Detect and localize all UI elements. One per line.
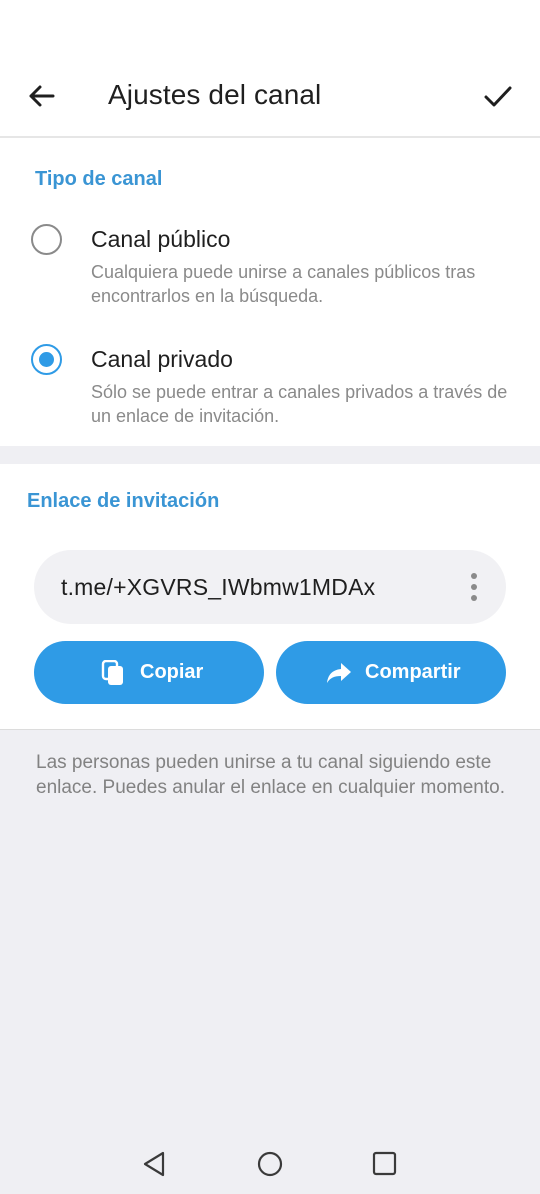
invite-link-field[interactable]: t.me/+XGVRS_IWbmw1MDAx (34, 550, 506, 624)
share-button[interactable]: Compartir (276, 641, 506, 704)
share-arrow-icon (326, 660, 352, 686)
recents-square-icon[interactable] (370, 1149, 400, 1179)
option-description: Sólo se puede entrar a canales privados … (91, 382, 508, 426)
page-title: Ajustes del canal (108, 79, 322, 110)
invite-link-section: Enlace de invitación t.me/+XGVRS_IWbmw1M… (0, 464, 540, 730)
option-description: Cualquiera puede unirse a canales públic… (91, 262, 476, 306)
share-label: Compartir (365, 661, 461, 683)
app-bar: Ajustes del canal (0, 52, 540, 138)
invite-link-footnote: Las personas pueden unirse a tu canal si… (36, 752, 505, 798)
radio-button-checked[interactable] (31, 344, 62, 375)
home-circle-icon[interactable] (255, 1149, 285, 1179)
copy-icon (100, 659, 126, 686)
status-bar (0, 0, 540, 52)
system-navigation-bar (0, 1134, 540, 1194)
option-label: Canal público (91, 226, 231, 252)
copy-button[interactable]: Copiar (34, 641, 264, 704)
option-public-channel[interactable]: Canal público Cualquiera puede unirse a … (0, 218, 540, 314)
channel-type-section: Tipo de canal Canal público Cualquiera p… (0, 138, 540, 446)
copy-label: Copiar (140, 661, 204, 683)
channel-type-header: Tipo de canal (35, 168, 163, 190)
option-private-channel[interactable]: Canal privado Sólo se puede entrar a can… (0, 338, 540, 434)
more-vertical-icon[interactable] (466, 572, 482, 602)
radio-button-unchecked[interactable] (31, 224, 62, 255)
invite-link-text[interactable]: t.me/+XGVRS_IWbmw1MDAx (61, 574, 375, 601)
option-label: Canal privado (91, 346, 233, 372)
back-triangle-icon[interactable] (140, 1149, 170, 1179)
arrow-left-icon[interactable] (24, 78, 60, 114)
invite-link-header: Enlace de invitación (27, 490, 220, 512)
checkmark-icon[interactable] (480, 78, 516, 114)
